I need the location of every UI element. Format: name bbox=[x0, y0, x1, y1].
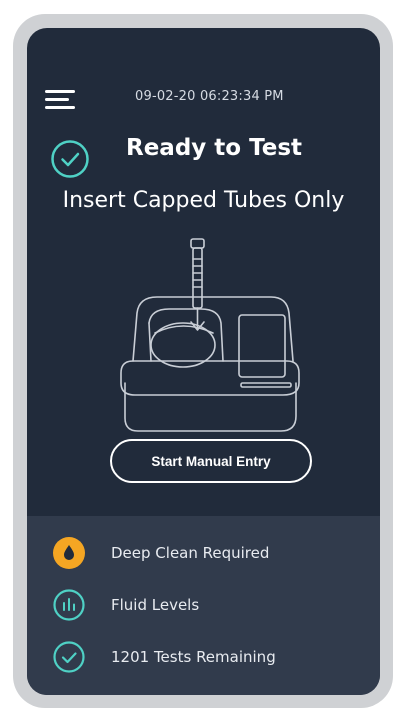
status-item-deep-clean[interactable]: Deep Clean Required bbox=[53, 536, 363, 570]
status-panel: Deep Clean Required Fluid Levels 1201 Te… bbox=[27, 516, 380, 695]
datetime-display: 09-02-20 06:23:34 PM bbox=[135, 89, 284, 104]
check-icon bbox=[53, 641, 85, 673]
bar-chart-icon bbox=[53, 589, 85, 621]
start-manual-entry-button[interactable]: Start Manual Entry bbox=[110, 439, 312, 483]
status-item-label: Deep Clean Required bbox=[111, 544, 270, 562]
status-item-label: Fluid Levels bbox=[111, 596, 200, 614]
instruction-text: Insert Capped Tubes Only bbox=[62, 188, 345, 213]
status-title: Ready to Test bbox=[126, 135, 303, 161]
device-screen: 09-02-20 06:23:34 PM Ready to Test Inser… bbox=[27, 28, 380, 695]
hamburger-menu-icon[interactable] bbox=[45, 90, 75, 110]
status-item-fluid-levels[interactable]: Fluid Levels bbox=[53, 588, 363, 622]
drop-icon bbox=[53, 537, 85, 569]
check-circle-icon bbox=[51, 140, 89, 178]
status-item-label: 1201 Tests Remaining bbox=[111, 648, 276, 666]
analyzer-device-icon bbox=[120, 238, 300, 432]
status-item-tests-remaining[interactable]: 1201 Tests Remaining bbox=[53, 640, 363, 674]
